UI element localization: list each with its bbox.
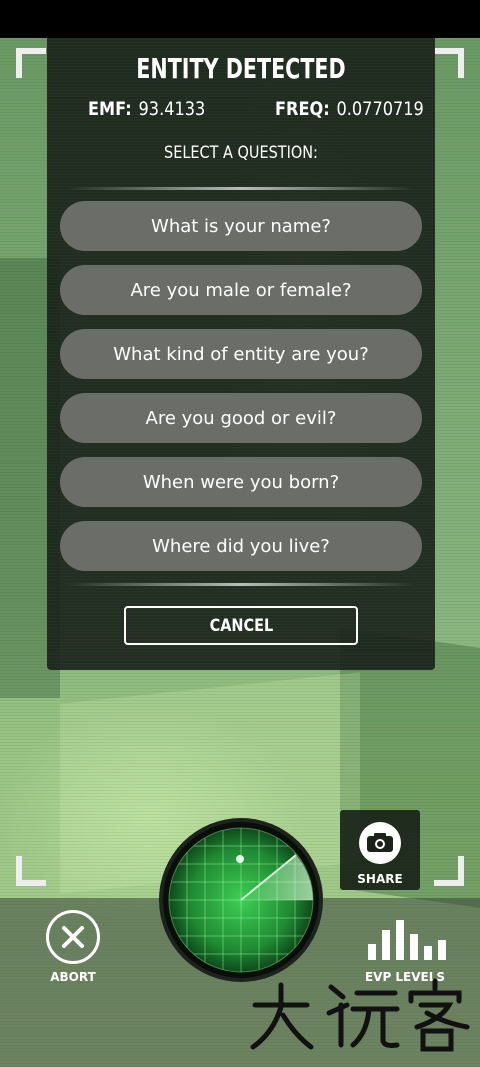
divider-bottom — [67, 583, 415, 586]
abort-button[interactable] — [46, 910, 100, 964]
freq-value: 0.0770719 — [336, 98, 424, 120]
freq-label: FREQ: — [275, 98, 330, 120]
bar-levels-icon[interactable] — [366, 916, 446, 960]
entity-dialog: ENTITY DETECTED EMF: 93.4133 FREQ: 0.07707… — [47, 38, 435, 670]
emf-label: EMF: — [88, 98, 132, 120]
cancel-button[interactable]: CANCEL — [124, 606, 358, 645]
question-button[interactable]: Where did you live? — [60, 521, 422, 571]
question-button[interactable]: What kind of entity are you? — [60, 329, 422, 379]
emf-reading: EMF: 93.4133 — [88, 98, 205, 120]
watermark-logo — [250, 978, 470, 1052]
abort-label: ABORT — [50, 970, 96, 984]
question-button[interactable]: When were you born? — [60, 457, 422, 507]
share-label: SHARE — [357, 872, 403, 886]
frame-corner-top-left — [16, 48, 46, 78]
cancel-label: CANCEL — [209, 615, 273, 636]
radar-icon[interactable] — [158, 817, 324, 983]
status-bar — [0, 0, 480, 38]
frame-corner-top-right — [434, 48, 464, 78]
frame-corner-bottom-left — [16, 856, 46, 886]
close-icon — [62, 926, 84, 948]
question-list: What is your name? Are you male or femal… — [60, 201, 422, 585]
dialog-title: ENTITY DETECTED — [136, 52, 346, 85]
question-button[interactable]: What is your name? — [60, 201, 422, 251]
emf-value: 93.4133 — [138, 98, 206, 120]
question-button[interactable]: Are you male or female? — [60, 265, 422, 315]
divider-top — [67, 187, 415, 190]
frame-corner-bottom-right — [434, 856, 464, 886]
camera-icon — [359, 822, 401, 864]
freq-reading: FREQ: 0.0770719 — [275, 98, 424, 120]
question-prompt: SELECT A QUESTION: — [164, 143, 318, 163]
question-button[interactable]: Are you good or evil? — [60, 393, 422, 443]
